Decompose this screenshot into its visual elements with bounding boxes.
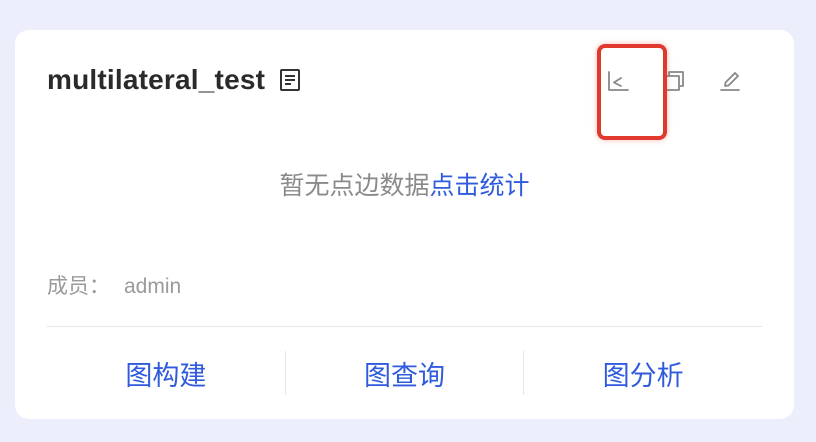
graph-title: multilateral_test	[47, 64, 266, 95]
card-actions	[590, 66, 758, 96]
empty-state: 暂无点边数据点击统计	[15, 166, 794, 202]
empty-state-text: 暂无点边数据	[279, 172, 430, 200]
copy-icon	[662, 69, 686, 93]
members-value: admin	[124, 275, 182, 298]
members-label: 成员：	[47, 275, 110, 298]
graph-analysis-button[interactable]: 图分析	[524, 354, 762, 393]
graph-card: multilateral_test 暂无点边数据点击统计 成员： admin 图…	[15, 30, 794, 419]
edit-button[interactable]	[702, 66, 758, 96]
graph-query-button[interactable]: 图查询	[286, 354, 524, 393]
statistics-button[interactable]	[590, 66, 646, 96]
members-row: 成员： admin	[47, 270, 181, 300]
divider	[47, 326, 762, 327]
card-header: multilateral_test	[47, 64, 301, 96]
card-footer: 图构建 图查询 图分析	[47, 350, 762, 396]
graph-build-button[interactable]: 图构建	[47, 354, 285, 393]
statistics-link[interactable]: 点击统计	[430, 172, 530, 200]
line-chart-icon	[606, 69, 630, 93]
edit-pencil-icon	[718, 69, 742, 93]
copy-button[interactable]	[646, 66, 702, 96]
document-icon[interactable]	[279, 68, 301, 92]
